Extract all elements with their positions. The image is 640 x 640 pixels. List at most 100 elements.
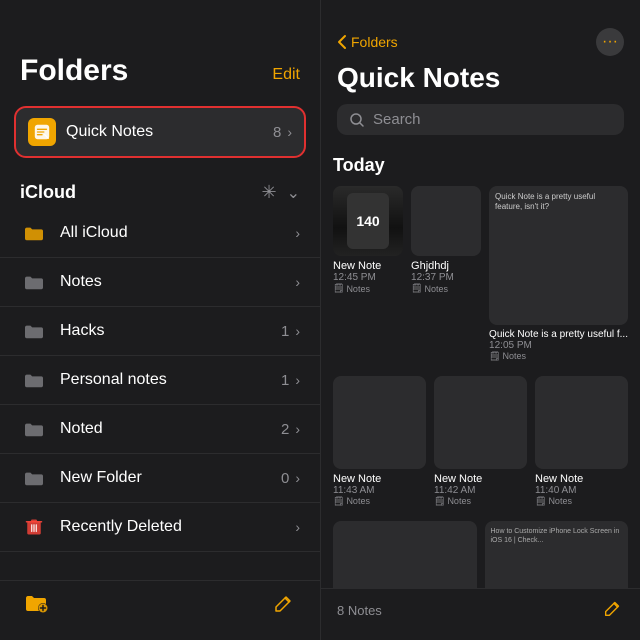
folder-chevron: ›	[295, 323, 300, 339]
left-bottom-bar	[0, 580, 320, 640]
sync-icon[interactable]: ✳	[262, 182, 277, 203]
edit-button[interactable]: Edit	[272, 66, 300, 88]
folder-row-noted[interactable]: Noted 2 ›	[0, 405, 320, 454]
folder-row-personal-notes[interactable]: Personal notes 1 ›	[0, 356, 320, 405]
back-nav: Folders ···	[337, 28, 624, 56]
note-cell-8[interactable]: How to Customize iPhone Lock Screen in i…	[485, 521, 629, 588]
note-source-label-1: Notes	[346, 284, 370, 294]
note-name-5: New Note	[434, 473, 527, 485]
note-thumb-8: How to Customize iPhone Lock Screen in i…	[485, 521, 629, 588]
folder-chevron: ›	[295, 421, 300, 437]
folder-row-hacks[interactable]: Hacks 1 ›	[0, 307, 320, 356]
folder-row-notes[interactable]: Notes ›	[0, 258, 320, 307]
notes-grid-row1: 140 New Note 12:45 PM 🗒 Notes Ghjdhdj 12…	[333, 186, 628, 362]
quick-notes-icon	[28, 118, 56, 146]
folder-chevron: ›	[295, 470, 300, 486]
note-time-3: 12:05 PM	[489, 340, 628, 351]
quick-notes-page-title: Quick Notes	[337, 62, 624, 94]
folder-row-new-folder[interactable]: New Folder 0 ›	[0, 454, 320, 503]
note-source-label-2: Notes	[424, 284, 448, 294]
collapse-icon[interactable]: ⌄	[287, 183, 300, 203]
folder-chevron: ›	[295, 372, 300, 388]
quick-notes-count: 8	[273, 124, 281, 141]
note-cell-1[interactable]: 140 New Note 12:45 PM 🗒 Notes	[333, 186, 403, 362]
folder-name-notes: Notes	[60, 273, 295, 291]
notes-grid-row3: New Note 11:24 AM 🗒 Notes How to Customi…	[333, 521, 628, 588]
note-thumb-7	[333, 521, 477, 588]
folder-chevron: ›	[295, 225, 300, 241]
folder-count-noted: 2	[281, 421, 289, 438]
folder-count-personal-notes: 1	[281, 372, 289, 389]
note-cell-4[interactable]: New Note 11:43 AM 🗒 Notes	[333, 376, 426, 507]
note-thumb-5	[434, 376, 527, 469]
phone-thumbnail: 140	[333, 186, 403, 256]
phone-img-number: 140	[347, 193, 389, 249]
note-thumb-text-8: How to Customize iPhone Lock Screen in i…	[491, 527, 623, 545]
note-thumb-3: Quick Note is a pretty useful feature, i…	[489, 186, 628, 325]
folder-list: All iCloud › Notes › Hacks 1 ›	[0, 209, 320, 580]
right-panel: Folders ··· Quick Notes Search Today 140	[320, 0, 640, 640]
new-folder-button[interactable]	[24, 591, 48, 621]
folder-name-noted: Noted	[60, 420, 281, 438]
folder-row-recently-deleted[interactable]: Recently Deleted ›	[0, 503, 320, 552]
note-thumb-2	[411, 186, 481, 256]
note-cell-7[interactable]: New Note 11:24 AM 🗒 Notes	[333, 521, 477, 588]
folder-row-all-icloud[interactable]: All iCloud ›	[0, 209, 320, 258]
note-time-6: 11:40 AM	[535, 485, 628, 496]
note-cell-2[interactable]: Ghjdhdj 12:37 PM 🗒 Notes	[411, 186, 481, 362]
note-cell-3[interactable]: Quick Note is a pretty useful feature, i…	[489, 186, 628, 362]
folder-icon-hacks	[20, 317, 48, 345]
back-label: Folders	[351, 34, 398, 50]
folder-icon-noted	[20, 415, 48, 443]
folder-count-new-folder: 0	[281, 470, 289, 487]
note-source-icon-4: 🗒	[333, 496, 344, 507]
note-source-icon: 🗒	[333, 283, 344, 294]
folder-icon-new-folder	[20, 464, 48, 492]
trash-icon	[20, 513, 48, 541]
quick-notes-label: Quick Notes	[66, 123, 273, 141]
note-cell-6[interactable]: New Note 11:40 AM 🗒 Notes	[535, 376, 628, 507]
note-thumb-text-3: Quick Note is a pretty useful feature, i…	[495, 192, 622, 213]
right-bottom-bar: 8 Notes	[321, 588, 640, 640]
note-source-label-4: Notes	[346, 496, 370, 506]
note-time-5: 11:42 AM	[434, 485, 527, 496]
folder-icon-notes	[20, 268, 48, 296]
note-name-4: New Note	[333, 473, 426, 485]
search-bar[interactable]: Search	[337, 104, 624, 135]
note-thumb-6	[535, 376, 628, 469]
folders-title: Folders	[20, 54, 128, 88]
note-source-icon-3: 🗒	[489, 351, 500, 362]
note-name-2: Ghjdhdj	[411, 260, 481, 272]
folder-name-personal-notes: Personal notes	[60, 371, 281, 389]
quick-notes-row[interactable]: Quick Notes 8 ›	[14, 106, 306, 158]
note-name-3: Quick Note is a pretty useful f...	[489, 329, 628, 340]
right-header: Folders ··· Quick Notes Search	[321, 0, 640, 155]
note-name-6: New Note	[535, 473, 628, 485]
note-source-3: 🗒 Notes	[489, 351, 628, 362]
folder-chevron: ›	[295, 519, 300, 535]
quick-notes-chevron: ›	[287, 124, 292, 140]
left-panel: Folders Edit Quick Notes 8 › iCloud ✳ ⌄	[0, 0, 320, 640]
folder-name-new-folder: New Folder	[60, 469, 281, 487]
icloud-header: iCloud ✳ ⌄	[0, 166, 320, 209]
note-source-5: 🗒 Notes	[434, 496, 527, 507]
note-source-icon-2: 🗒	[411, 283, 422, 294]
note-source-label-6: Notes	[548, 496, 572, 506]
folder-icon-all-icloud	[20, 219, 48, 247]
icloud-icons: ✳ ⌄	[262, 182, 301, 203]
compose-button-left[interactable]	[272, 591, 296, 621]
note-source-label-3: Notes	[502, 351, 526, 361]
folder-name-recently-deleted: Recently Deleted	[60, 518, 295, 536]
note-source-1: 🗒 Notes	[333, 283, 403, 294]
note-thumb-1: 140	[333, 186, 403, 256]
note-cell-5[interactable]: New Note 11:42 AM 🗒 Notes	[434, 376, 527, 507]
note-source-4: 🗒 Notes	[333, 496, 426, 507]
back-button[interactable]: Folders	[337, 34, 398, 50]
compose-button-right[interactable]	[602, 597, 624, 625]
more-icon: ···	[602, 33, 618, 51]
more-button[interactable]: ···	[596, 28, 624, 56]
folder-chevron: ›	[295, 274, 300, 290]
folder-count-hacks: 1	[281, 323, 289, 340]
notes-count-label: 8 Notes	[337, 603, 382, 618]
note-source-label-5: Notes	[447, 496, 471, 506]
